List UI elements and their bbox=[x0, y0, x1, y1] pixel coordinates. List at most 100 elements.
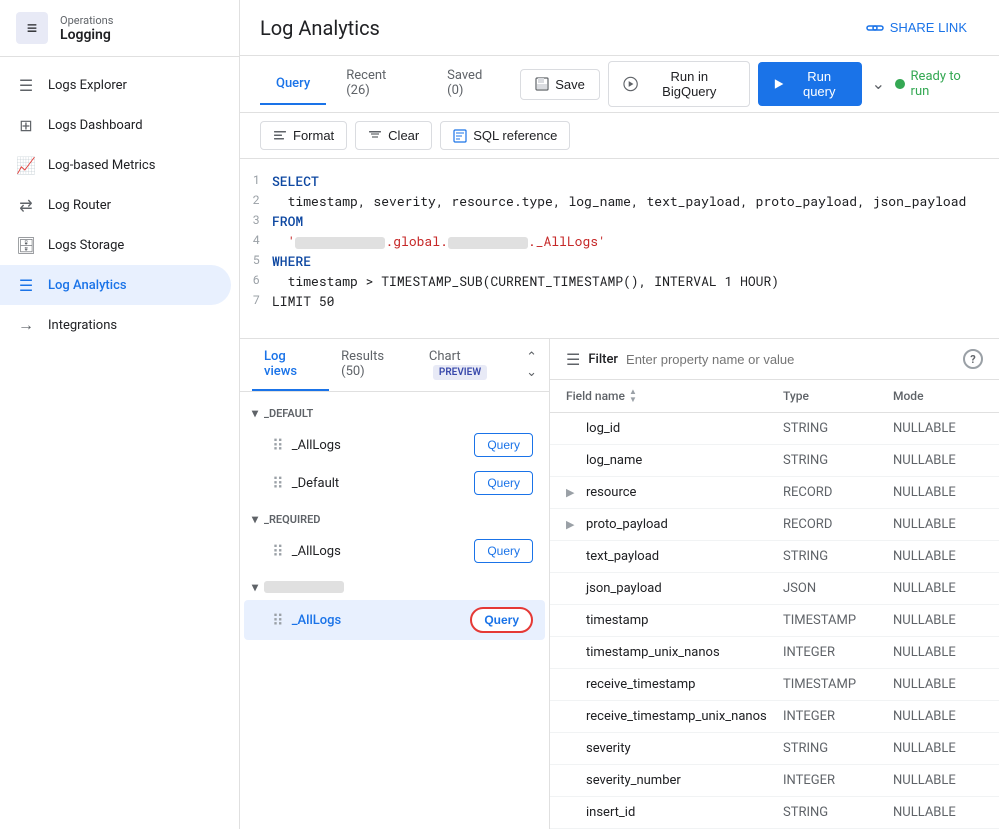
format-button[interactable]: Format bbox=[260, 121, 347, 150]
sidebar-item-logs-dashboard[interactable]: ⊞ Logs Dashboard bbox=[0, 105, 231, 145]
field-mode: NULLABLE bbox=[893, 453, 983, 468]
bigquery-icon bbox=[623, 76, 638, 92]
sort-arrows-icon: ▲▼ bbox=[629, 388, 637, 404]
line-content-5: WHERE bbox=[272, 252, 999, 270]
grid-icon: ⠿ bbox=[272, 474, 284, 493]
log-item-left: ⠿ _AllLogs bbox=[272, 542, 341, 561]
field-mode: NULLABLE bbox=[893, 549, 983, 564]
field-name: timestamp bbox=[586, 613, 783, 628]
sql-reference-button[interactable]: SQL reference bbox=[440, 121, 570, 150]
grid-icon: ⠿ bbox=[272, 611, 284, 630]
schema-filter-input[interactable] bbox=[626, 352, 955, 367]
table-row: timestamp_unix_nanos INTEGER NULLABLE bbox=[550, 637, 999, 669]
log-analytics-icon: ☰ bbox=[16, 275, 36, 295]
field-mode: NULLABLE bbox=[893, 805, 983, 820]
log-item-name: _AllLogs bbox=[292, 438, 341, 453]
log-item-default[interactable]: ⠿ _Default Query bbox=[244, 464, 545, 502]
tab-query[interactable]: Query bbox=[260, 64, 326, 105]
field-name: severity bbox=[586, 741, 783, 756]
sidebar-item-log-router[interactable]: ⇄ Log Router bbox=[0, 185, 231, 225]
chevron-down-icon: ▾ bbox=[252, 512, 258, 526]
field-type: RECORD bbox=[783, 485, 893, 500]
clear-button[interactable]: Clear bbox=[355, 121, 432, 150]
top-header: Log Analytics SHARE LINK bbox=[240, 0, 999, 56]
field-name: receive_timestamp_unix_nanos bbox=[586, 709, 783, 724]
bottom-panel: Log views Results (50) Chart PREVIEW ⌃⌄ … bbox=[240, 339, 999, 829]
dropdown-arrow-button[interactable]: ⌄ bbox=[870, 70, 887, 98]
query-button-default-alllogs[interactable]: Query bbox=[474, 433, 533, 457]
table-row: receive_timestamp TIMESTAMP NULLABLE bbox=[550, 669, 999, 701]
log-group-required: ▾ _REQUIRED ⠿ _AllLogs Query bbox=[240, 506, 549, 570]
log-item-name: _Default bbox=[292, 476, 339, 491]
save-icon bbox=[535, 77, 549, 91]
page-title: Log Analytics bbox=[260, 16, 380, 40]
line-num-4: 4 bbox=[240, 232, 272, 248]
field-mode: NULLABLE bbox=[893, 677, 983, 692]
line-content-6: timestamp > TIMESTAMP_SUB(CURRENT_TIMEST… bbox=[272, 272, 999, 290]
sidebar-item-integrations[interactable]: → Integrations bbox=[0, 305, 231, 345]
tab-actions: Save Run in BigQuery Run query ⌄ Ready t… bbox=[520, 61, 979, 107]
log-item-default-alllogs[interactable]: ⠿ _AllLogs Query bbox=[244, 426, 545, 464]
sidebar-nav: ☰ Logs Explorer ⊞ Logs Dashboard 📈 Log-b… bbox=[0, 57, 239, 829]
line-num-5: 5 bbox=[240, 252, 272, 268]
field-type: RECORD bbox=[783, 517, 893, 532]
expand-icon[interactable]: ▶ bbox=[566, 486, 582, 499]
expand-icon[interactable]: ▶ bbox=[566, 518, 582, 531]
grid-icon: ⠿ bbox=[272, 436, 284, 455]
field-type: STRING bbox=[783, 805, 893, 820]
log-group-required-header[interactable]: ▾ _REQUIRED bbox=[240, 506, 549, 532]
panel-expand-icon[interactable]: ⌃⌄ bbox=[526, 350, 537, 380]
sidebar-title: Operations Logging bbox=[60, 14, 113, 43]
field-mode: NULLABLE bbox=[893, 517, 983, 532]
tab-saved[interactable]: Saved (0) bbox=[431, 56, 516, 112]
schema-rows-container: log_id STRING NULLABLE log_name STRING N… bbox=[550, 413, 999, 829]
log-group-default-header[interactable]: ▾ _DEFAULT bbox=[240, 400, 549, 426]
field-mode: NULLABLE bbox=[893, 581, 983, 596]
schema-filter: ☰ Filter ? bbox=[550, 339, 999, 380]
share-link-button[interactable]: SHARE LINK bbox=[854, 14, 979, 41]
line-num-6: 6 bbox=[240, 272, 272, 288]
code-line-3: 3 FROM bbox=[240, 211, 999, 231]
query-button-custom-alllogs[interactable]: Query bbox=[470, 607, 533, 633]
code-editor[interactable]: 1 SELECT 2 timestamp, severity, resource… bbox=[240, 159, 999, 339]
line-num-7: 7 bbox=[240, 292, 272, 308]
tab-recent[interactable]: Recent (26) bbox=[330, 56, 427, 112]
query-button-default[interactable]: Query bbox=[474, 471, 533, 495]
tab-log-views[interactable]: Log views bbox=[252, 339, 329, 391]
tab-results[interactable]: Results (50) bbox=[329, 339, 417, 391]
sidebar-item-logs-explorer[interactable]: ☰ Logs Explorer bbox=[0, 65, 231, 105]
field-name-sort[interactable]: Field name ▲▼ bbox=[566, 388, 783, 404]
log-group-custom-header[interactable]: ▾ bbox=[240, 574, 549, 600]
sidebar-item-logs-storage[interactable]: 🗄 Logs Storage bbox=[0, 225, 231, 265]
table-row: ▶ proto_payload RECORD NULLABLE bbox=[550, 509, 999, 541]
field-name: text_payload bbox=[586, 549, 783, 564]
help-icon[interactable]: ? bbox=[963, 349, 983, 369]
table-row: text_payload STRING NULLABLE bbox=[550, 541, 999, 573]
sidebar-item-log-based-metrics[interactable]: 📈 Log-based Metrics bbox=[0, 145, 231, 185]
status-indicator: Ready to run bbox=[895, 69, 979, 99]
field-name: receive_timestamp bbox=[586, 677, 783, 692]
run-icon bbox=[772, 77, 785, 91]
log-item-required-alllogs[interactable]: ⠿ _AllLogs Query bbox=[244, 532, 545, 570]
logo-icon: ≡ bbox=[27, 18, 38, 39]
run-in-bigquery-button[interactable]: Run in BigQuery bbox=[608, 61, 750, 107]
query-button-required-alllogs[interactable]: Query bbox=[474, 539, 533, 563]
run-query-button[interactable]: Run query bbox=[758, 62, 862, 106]
line-content-7: LIMIT 50 bbox=[272, 292, 999, 310]
tab-chart[interactable]: Chart PREVIEW bbox=[417, 339, 526, 391]
code-line-5: 5 WHERE bbox=[240, 251, 999, 271]
logs-dashboard-icon: ⊞ bbox=[16, 115, 36, 135]
sidebar-item-log-analytics[interactable]: ☰ Log Analytics bbox=[0, 265, 231, 305]
field-name: log_name bbox=[586, 453, 783, 468]
filter-icon: ☰ bbox=[566, 350, 580, 369]
save-button[interactable]: Save bbox=[520, 69, 600, 100]
sidebar-header: ≡ Operations Logging bbox=[0, 0, 239, 57]
field-name: proto_payload bbox=[586, 517, 783, 532]
field-type: TIMESTAMP bbox=[783, 613, 893, 628]
format-icon bbox=[273, 129, 287, 143]
table-row: receive_timestamp_unix_nanos INTEGER NUL… bbox=[550, 701, 999, 733]
log-item-custom-alllogs[interactable]: ⠿ _AllLogs Query bbox=[244, 600, 545, 640]
field-type: INTEGER bbox=[783, 645, 893, 660]
field-mode: NULLABLE bbox=[893, 645, 983, 660]
code-line-4: 4 '.global.._AllLogs' bbox=[240, 231, 999, 251]
